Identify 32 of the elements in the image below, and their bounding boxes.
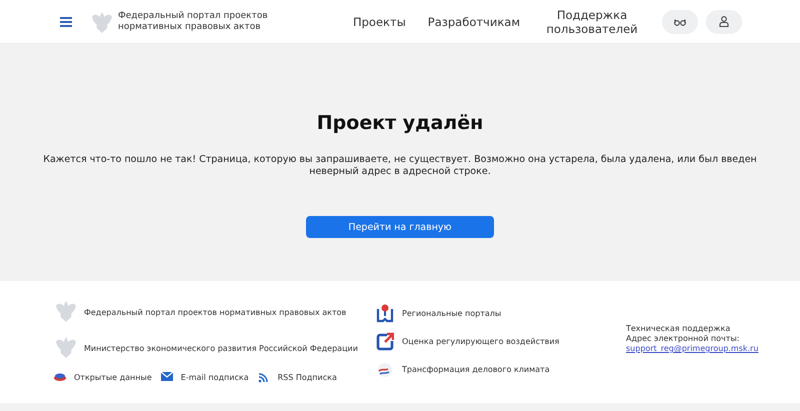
emblem-icon (54, 335, 78, 361)
user-icon (719, 16, 729, 27)
footer-link[interactable]: Открытые данные (74, 372, 152, 382)
menu-icon (60, 16, 72, 26)
map-pin-icon (376, 303, 394, 323)
nav-link[interactable]: Проекты (352, 14, 406, 28)
external-arrow-icon (376, 331, 394, 351)
email-label: Адрес электронной почты: (626, 334, 740, 344)
rss-icon (258, 371, 270, 383)
envelope-icon (160, 371, 173, 383)
nav-link[interactable]: Поддержка пользователей (542, 8, 642, 36)
profile-button[interactable] (706, 10, 742, 34)
error-message: Кажется что-то пошло не так! Страница, которую вы запрашиваете, не существует. Возможно она устарела, была удалена, или был введен неверный адрес в адресной строке. (42, 154, 758, 178)
menu-button[interactable] (58, 14, 74, 28)
support-title: Техническая поддержка (626, 324, 732, 334)
home-button[interactable]: Перейти на главную (306, 216, 494, 238)
open-data-icon (54, 371, 66, 383)
page-title: Проект удалён (316, 112, 484, 134)
accessibility-button[interactable] (662, 10, 698, 34)
nav-link[interactable]: Разработчикам (428, 14, 520, 28)
glasses-icon (674, 18, 686, 26)
email-link[interactable]: support_reg@primegroup.msk.ru (626, 344, 758, 354)
portal-title-link[interactable]: Федеральный портал проектов нормативных правовых актов (118, 10, 268, 32)
footer-link[interactable]: Трансформация делового климата (402, 364, 550, 374)
emblem-icon (54, 299, 78, 325)
footer-link[interactable]: Министерство экономического развития Российской Федерации (84, 344, 358, 352)
footer-link[interactable]: Федеральный портал проектов нормативных правовых актов (84, 308, 346, 316)
footer-link[interactable]: Оценка регулирующего воздействия (402, 336, 560, 346)
footer-link[interactable]: E-mail подписка (180, 372, 249, 382)
footer-link[interactable]: Региональные порталы (402, 308, 502, 318)
footer-link[interactable]: RSS Подписка (278, 372, 337, 382)
emblem-icon (90, 10, 114, 34)
